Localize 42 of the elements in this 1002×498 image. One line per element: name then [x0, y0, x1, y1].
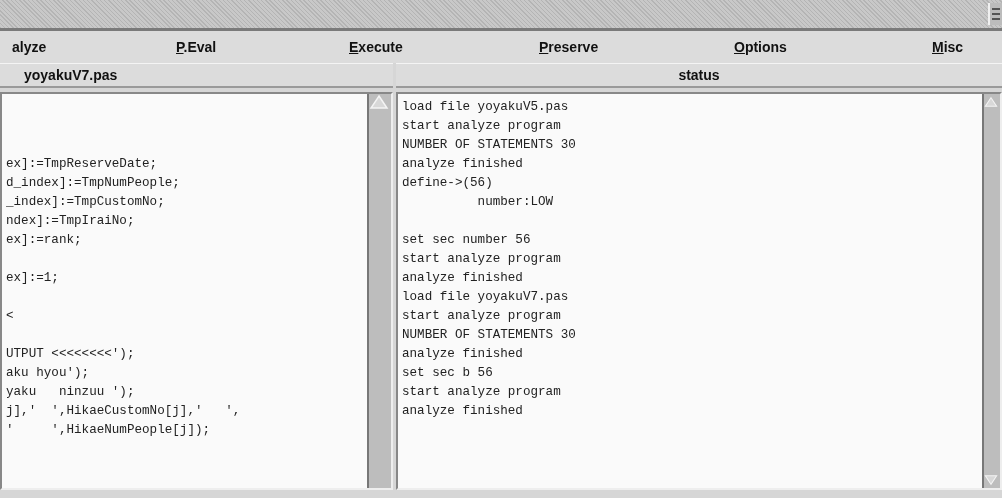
menu-item[interactable]: Preserve: [535, 37, 603, 57]
log-line: analyze finished: [402, 156, 524, 173]
log-line: set sec number 56: [402, 232, 532, 249]
menu-item[interactable]: Misc: [928, 37, 968, 57]
scroll-up-icon[interactable]: [369, 94, 389, 110]
log-line: analyze finished: [402, 346, 524, 363]
log-line: start analyze program: [402, 118, 562, 135]
menu-item[interactable]: Options: [730, 37, 791, 57]
scrollbar[interactable]: [982, 94, 1000, 488]
menu-item[interactable]: P.Eval: [172, 37, 221, 57]
log-line: start analyze program: [402, 251, 562, 268]
log-line: NUMBER OF STATEMENTS 30: [402, 137, 577, 154]
menu-item[interactable]: Execute: [345, 37, 407, 57]
log-line: analyze finished: [402, 270, 524, 287]
panel-header: status: [396, 63, 1002, 88]
code-line: UTPUT <<<<<<<<');: [6, 346, 136, 363]
log-line: load file yoyakuV5.pas: [402, 99, 570, 116]
log-line: load file yoyakuV7.pas: [402, 289, 570, 306]
code-line: <: [6, 308, 15, 325]
scroll-down-icon[interactable]: [984, 472, 998, 488]
code-line: aku hyou');: [6, 365, 91, 382]
code-line: ndex]:=TmpIraiNo;: [6, 213, 136, 230]
code-line: _index]:=TmpCustomNo;: [6, 194, 166, 211]
log-line: number:LOW: [476, 194, 555, 211]
code-line: ex]:=rank;: [6, 232, 83, 249]
code-line: j],' ',HikaeCustomNo[j],' ',: [6, 403, 242, 420]
panel-header: yoyakuV7.pas: [0, 63, 393, 88]
log-line: analyze finished: [402, 403, 524, 420]
code-line: ex]:=TmpReserveDate;: [6, 156, 159, 173]
code-line: ' ',HikaeNumPeople[j]);: [6, 422, 212, 439]
code-line: yaku ninzuu ');: [6, 384, 136, 401]
log-line: start analyze program: [402, 384, 562, 401]
code-line: ex]:=1;: [6, 270, 60, 287]
scroll-up-icon[interactable]: [984, 94, 998, 110]
log-line: set sec b 56: [402, 365, 494, 382]
log-line: start analyze program: [402, 308, 562, 325]
log-line: define->(56): [402, 175, 494, 192]
code-line: d_index]:=TmpNumPeople;: [6, 175, 181, 192]
menu-item[interactable]: alyze: [8, 37, 51, 57]
window-menu-icon[interactable]: [988, 3, 1002, 25]
log-line: NUMBER OF STATEMENTS 30: [402, 327, 577, 344]
scrollbar[interactable]: [367, 94, 391, 488]
